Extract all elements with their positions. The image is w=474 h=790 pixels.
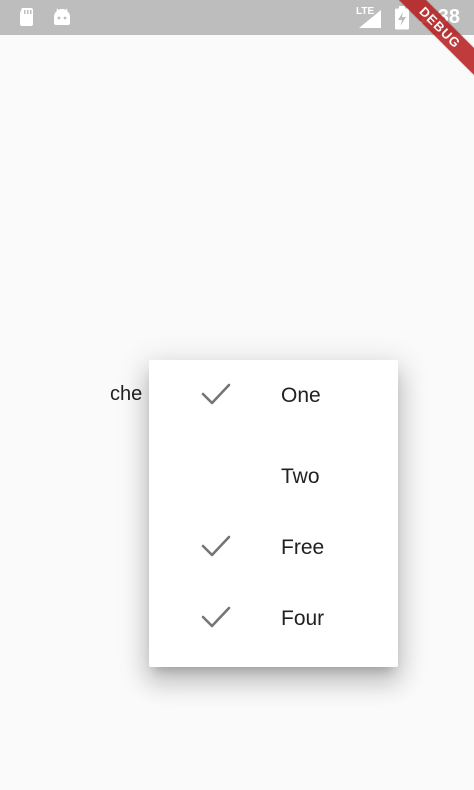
battery-charging-icon xyxy=(395,6,409,30)
menu-item-label: One xyxy=(281,383,321,407)
menu-item-four[interactable]: Four xyxy=(149,583,398,654)
check-icon xyxy=(201,606,231,628)
menu-item-free[interactable]: Free xyxy=(149,512,398,583)
sd-card-icon xyxy=(20,8,33,26)
menu-item-label: Free xyxy=(281,535,325,559)
menu-item-label: Two xyxy=(281,464,320,488)
popup-menu: One Two Free Four xyxy=(149,360,398,667)
menu-item-one[interactable]: One xyxy=(149,360,398,431)
popup-menu-button-label[interactable]: che xyxy=(110,383,142,406)
android-icon xyxy=(54,8,70,25)
signal-icon xyxy=(359,10,381,28)
check-icon xyxy=(201,535,231,557)
check-icon xyxy=(201,383,231,405)
menu-item-label: Four xyxy=(281,606,325,630)
menu-item-two[interactable]: Two xyxy=(149,441,398,512)
status-bar: LTE 2:38 xyxy=(0,0,474,35)
